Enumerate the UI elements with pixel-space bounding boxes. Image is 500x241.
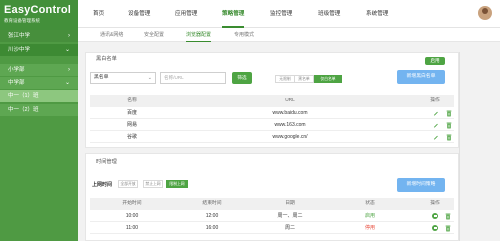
time-mode-block[interactable]: 禁止上网	[143, 180, 163, 188]
sidebar-item-label: 小学部	[8, 67, 25, 73]
brand-title: EasyControl	[4, 4, 71, 16]
row-name: 百度	[126, 110, 137, 116]
sidebar-item-zhangjiang[interactable]: 张江中学 ›	[0, 30, 78, 42]
avatar[interactable]	[478, 6, 492, 20]
trash-icon[interactable]	[446, 134, 452, 141]
online-time-label: 上网时间	[92, 182, 113, 188]
row-date: 周二	[284, 225, 295, 231]
trash-icon[interactable]	[446, 122, 452, 129]
top-nav: 首页 设备管理 应用管理 策略管理 监控管理 班级管理 系统管理	[78, 0, 500, 28]
brand-subtitle: 教育设备管理系统	[4, 18, 40, 23]
name-url-input[interactable]: 名称/URL	[160, 72, 226, 84]
time-table-header: 开始时间 结束时间 日期 状态 操作	[90, 198, 454, 210]
row-end: 16:00	[205, 225, 219, 231]
content-divider	[459, 52, 460, 241]
trash-icon[interactable]	[445, 213, 451, 220]
row-name: 网易	[126, 122, 137, 128]
mode-unlimited[interactable]: 无限制	[275, 75, 295, 83]
column-name: 名称	[127, 98, 137, 103]
tab-browser[interactable]: 浏览器配置	[186, 28, 212, 42]
sidebar-item-label: 张江中学	[8, 33, 31, 39]
time-title: 时间管理	[96, 159, 117, 165]
sidebar-item-middle[interactable]: 中学部 ⌄	[0, 77, 78, 89]
row-start: 10:00	[125, 213, 139, 219]
column-status: 状态	[365, 201, 375, 206]
nav-app[interactable]: 应用管理	[175, 0, 197, 28]
sidebar: EasyControl 教育设备管理系统 张江中学 › 川沙中学 ⌄ 小学部 ›…	[0, 0, 78, 241]
status-badge: 启用	[364, 213, 375, 219]
mode-whitelist-only[interactable]: 仅白名单	[314, 75, 342, 83]
table-row: 谷歌 www.google.cn/	[90, 132, 454, 143]
filter-button[interactable]: 筛选	[232, 72, 252, 84]
nav-device[interactable]: 设备管理	[128, 0, 150, 28]
column-actions: 操作	[430, 98, 440, 103]
tab-network[interactable]: 通讯&网络	[100, 28, 123, 42]
row-start: 11:00	[125, 225, 139, 231]
chevron-right-icon: ›	[68, 67, 70, 73]
chevron-down-icon: ⌄	[64, 80, 70, 86]
sidebar-item-label: 川沙中学	[8, 47, 31, 53]
column-start: 开始时间	[122, 201, 142, 206]
row-date: 周一、周二	[277, 213, 303, 219]
nav-home[interactable]: 首页	[93, 0, 104, 28]
nav-policy[interactable]: 策略管理	[222, 0, 245, 28]
chevron-down-icon: ⌄	[64, 47, 70, 53]
toggle-icon[interactable]	[432, 225, 438, 231]
nav-class[interactable]: 班级管理	[318, 0, 340, 28]
add-time-policy-button[interactable]: 新增时间策略	[397, 178, 445, 192]
table-row: 百度 www.baidu.com	[90, 108, 454, 119]
trash-icon[interactable]	[445, 225, 451, 232]
nav-monitor[interactable]: 监控管理	[270, 0, 292, 28]
table-row: 网易 www.163.com	[90, 120, 454, 131]
column-end: 结束时间	[202, 201, 222, 206]
row-url: www.baidu.com	[272, 110, 308, 116]
sidebar-item-class-1[interactable]: 中一（1）班	[0, 90, 78, 102]
row-name: 谷歌	[126, 134, 137, 140]
add-blacklist-button[interactable]: 新增黑白名单	[397, 70, 445, 84]
blacklist-title: 黑白名单	[96, 56, 117, 62]
chevron-down-icon: ⌄	[147, 75, 152, 81]
sidebar-item-chuansha[interactable]: 川沙中学 ⌄	[0, 44, 78, 56]
table-row: 10:00 12:00 周一、周二 启用	[90, 211, 454, 222]
time-mode-open[interactable]: 全部开放	[118, 180, 138, 188]
status-badge: 停用	[364, 225, 375, 231]
nav-system[interactable]: 系统管理	[366, 0, 388, 28]
edit-icon[interactable]	[433, 122, 439, 128]
sidebar-item-label: 中一（2）班	[8, 107, 39, 113]
mode-blacklist[interactable]: 黑名单	[294, 75, 314, 83]
brand: EasyControl 教育设备管理系统	[0, 0, 78, 30]
tab-security[interactable]: 安全配置	[144, 28, 164, 42]
sidebar-item-primary[interactable]: 小学部 ›	[0, 64, 78, 76]
row-end: 12:00	[205, 213, 219, 219]
sidebar-item-label: 中一（1）班	[8, 93, 39, 99]
list-type-select[interactable]: 黑名单 ⌄	[90, 72, 156, 84]
tab-dedicated[interactable]: 专用模式	[234, 28, 254, 42]
sidebar-item-label: 中学部	[8, 80, 25, 86]
trash-icon[interactable]	[446, 110, 452, 117]
sidebar-item-class-2[interactable]: 中一（2）班	[0, 104, 78, 116]
toggle-icon[interactable]	[432, 213, 438, 219]
blacklist-table-header: 名称 URL 操作	[90, 95, 454, 107]
column-date: 日期	[285, 201, 295, 206]
sub-tabs: 通讯&网络 安全配置 浏览器配置 专用模式	[78, 28, 500, 42]
enable-button[interactable]: 启用	[425, 57, 445, 65]
edit-icon[interactable]	[433, 134, 439, 140]
column-actions: 操作	[430, 201, 440, 206]
table-row: 11:00 16:00 周二 停用	[90, 223, 454, 234]
list-type-value: 黑名单	[94, 75, 109, 80]
chevron-right-icon: ›	[68, 33, 70, 39]
edit-icon[interactable]	[433, 110, 439, 116]
row-url: www.google.cn/	[272, 134, 308, 140]
time-mode-limit[interactable]: 限制上网	[166, 180, 188, 188]
column-url: URL	[285, 98, 295, 103]
row-url: www.163.com	[274, 122, 306, 128]
